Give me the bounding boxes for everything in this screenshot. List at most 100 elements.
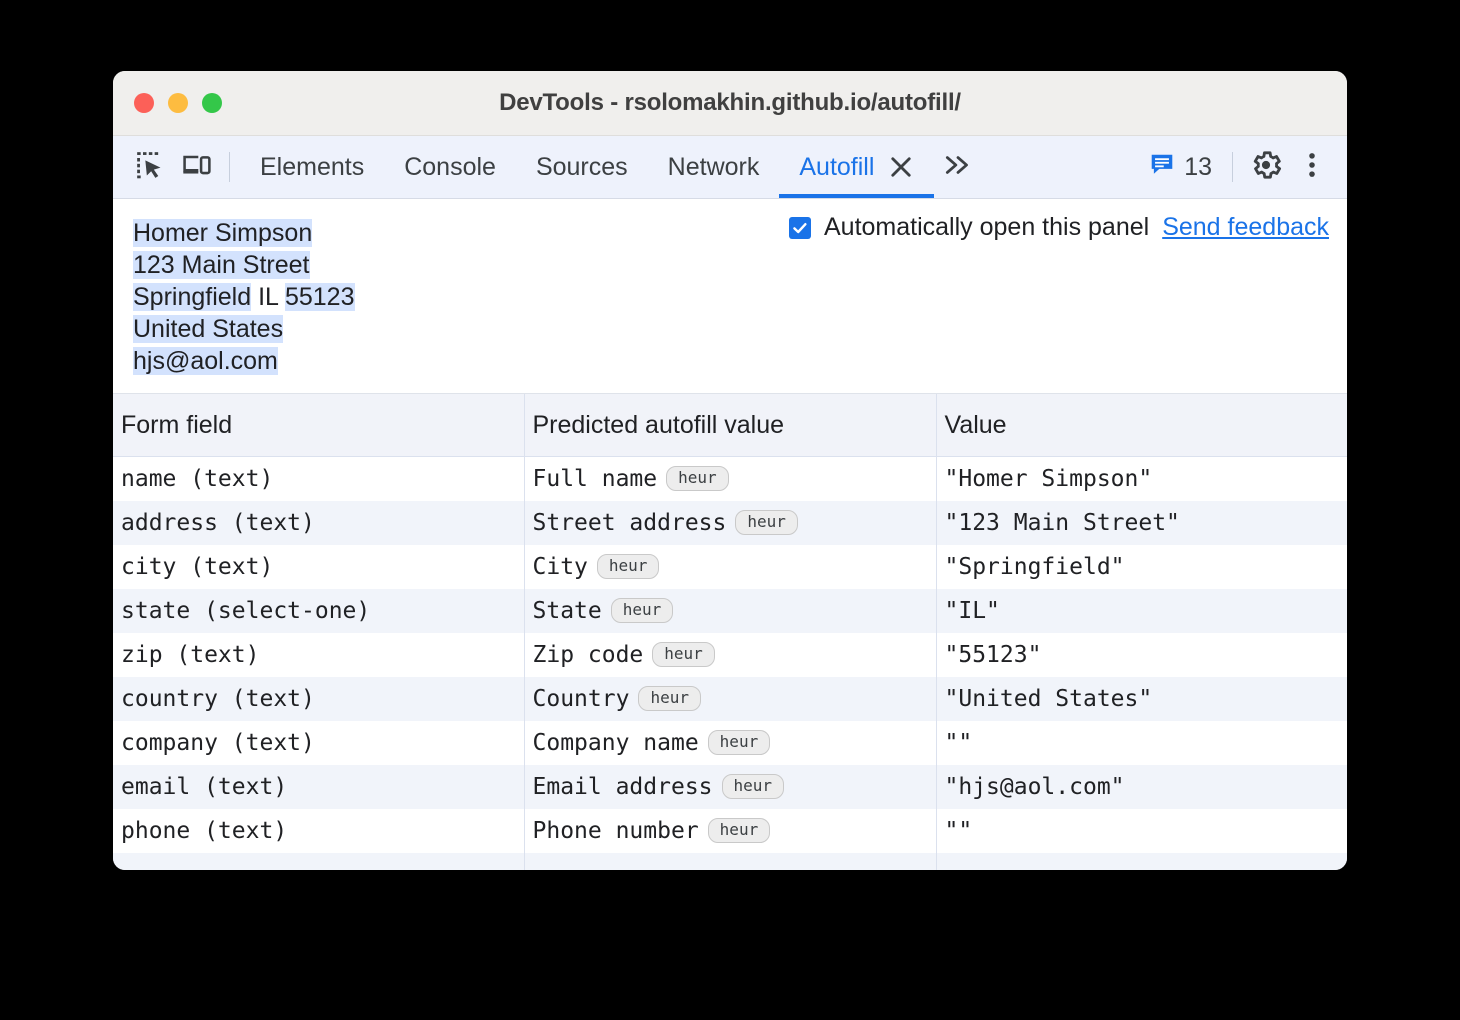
cell-value: "Homer Simpson" <box>936 457 1347 502</box>
autofill-panel-header: Homer Simpson 123 Main Street Springfiel… <box>113 199 1347 394</box>
traffic-light-group <box>134 93 222 113</box>
cell-form-field: zip (text) <box>113 633 524 677</box>
address-segment-state: IL <box>258 283 278 311</box>
address-segment: hjs@aol.com <box>133 347 278 375</box>
toggle-device-toolbar-button[interactable] <box>173 144 219 190</box>
cell-value: "55123" <box>936 633 1347 677</box>
table-row[interactable]: country (text) Country heur "United States" <box>113 677 1347 721</box>
heuristic-badge: heur <box>708 818 771 843</box>
table-row[interactable]: state (select-one)Stateheur"IL" <box>113 589 1347 633</box>
cell-value: "" <box>936 809 1347 853</box>
cell-predicted-value: Company name heur <box>524 721 936 765</box>
column-header-predicted-value[interactable]: Predicted autofill value <box>524 394 936 457</box>
cell-form-field: phone (text) <box>113 809 524 853</box>
prediction-label: Country <box>533 686 630 712</box>
cell-value: "Springfield" <box>936 545 1347 589</box>
tab-sources-label: Sources <box>536 153 628 182</box>
chevron-double-right-icon <box>942 152 974 183</box>
tab-autofill[interactable]: Autofill <box>779 136 934 198</box>
selected-address-preview: Homer Simpson 123 Main Street Springfiel… <box>133 217 355 377</box>
heuristic-badge: heur <box>652 642 715 667</box>
table-body: name (text)Full nameheur"Homer Simpson"a… <box>113 457 1347 871</box>
cell-value: "123 Main Street" <box>936 501 1347 545</box>
send-feedback-link[interactable]: Send feedback <box>1162 213 1329 242</box>
window-title: DevTools - rsolomakhin.github.io/autofil… <box>113 89 1347 117</box>
prediction-label: Zip code <box>533 642 644 668</box>
table-row[interactable]: address (text)Street addressheur"123 Mai… <box>113 501 1347 545</box>
inspect-element-button[interactable] <box>127 144 173 190</box>
autofill-fields-table: Form field Predicted autofill value Valu… <box>113 394 1347 870</box>
cell-value: "IL" <box>936 589 1347 633</box>
close-icon[interactable] <box>888 154 914 180</box>
cell-predicted-value: Stateheur <box>524 589 936 633</box>
address-segment-zip: 55123 <box>285 283 355 311</box>
settings-button[interactable] <box>1243 144 1289 190</box>
heuristic-badge: heur <box>666 466 729 491</box>
table-row[interactable]: company (text)Company nameheur"" <box>113 721 1347 765</box>
prediction-label: Email address <box>533 774 713 800</box>
address-segment-city: Springfield <box>133 283 251 311</box>
table-row[interactable]: name (text) Full name heur "Homer Simpson" <box>113 457 1347 502</box>
column-header-value[interactable]: Value <box>936 394 1347 457</box>
cell-predicted-value: Street addressheur <box>524 501 936 545</box>
feedback-issues-button[interactable]: 13 <box>1139 151 1222 184</box>
window-titlebar: DevTools - rsolomakhin.github.io/autofil… <box>113 71 1347 136</box>
devtools-window: DevTools - rsolomakhin.github.io/autofil… <box>113 71 1347 870</box>
column-header-form-field[interactable]: Form field <box>113 394 524 457</box>
prediction-label: Full name <box>533 466 658 492</box>
device-toolbar-icon <box>181 151 211 184</box>
tab-sources[interactable]: Sources <box>516 136 648 198</box>
tab-autofill-label: Autofill <box>799 153 874 182</box>
cell-form-field: name (text) <box>113 457 524 502</box>
cell-predicted-value: City heur <box>524 545 936 589</box>
cell-value: "United States" <box>936 677 1347 721</box>
cell-form-field: country (text) <box>113 677 524 721</box>
table-header: Form field Predicted autofill value Valu… <box>113 394 1347 457</box>
toolbar-divider-2 <box>1232 152 1233 182</box>
gear-icon <box>1249 148 1283 187</box>
close-window-button[interactable] <box>134 93 154 113</box>
inspect-cursor-icon <box>136 151 164 184</box>
auto-open-label[interactable]: Automatically open this panel <box>824 213 1149 242</box>
table-row-empty <box>113 853 1347 870</box>
heuristic-badge: heur <box>638 686 701 711</box>
tab-network-label: Network <box>668 153 760 182</box>
cell-predicted-value: Full name heur <box>524 457 936 502</box>
table-row[interactable]: city (text) City heur "Springfield" <box>113 545 1347 589</box>
heuristic-badge: heur <box>708 730 771 755</box>
prediction-label: City <box>533 554 588 580</box>
tab-console-label: Console <box>404 153 496 182</box>
heuristic-badge: heur <box>722 774 785 799</box>
minimize-window-button[interactable] <box>168 93 188 113</box>
message-icon <box>1149 151 1175 184</box>
table-row[interactable]: zip (text) Zip code heur "55123" <box>113 633 1347 677</box>
tab-network[interactable]: Network <box>648 136 780 198</box>
cell-predicted-value: Country heur <box>524 677 936 721</box>
heuristic-badge: heur <box>597 554 660 579</box>
cell-form-field: address (text) <box>113 501 524 545</box>
cell-empty <box>113 853 524 870</box>
prediction-label: Company name <box>533 730 699 756</box>
panel-controls: Automatically open this panel Send feedb… <box>789 213 1329 242</box>
devtools-toolbar: Elements Console Sources Network Autofil… <box>113 136 1347 199</box>
address-gap-2 <box>278 283 285 311</box>
table-header-row: Form field Predicted autofill value Valu… <box>113 394 1347 457</box>
more-tabs-button[interactable] <box>934 144 982 190</box>
tab-elements-label: Elements <box>260 153 364 182</box>
cell-form-field: city (text) <box>113 545 524 589</box>
auto-open-checkbox[interactable] <box>789 217 811 239</box>
heuristic-badge: heur <box>735 510 798 535</box>
address-line-5: hjs@aol.com <box>133 345 355 377</box>
prediction-label: State <box>533 598 602 624</box>
more-options-button[interactable] <box>1289 144 1335 190</box>
tab-console[interactable]: Console <box>384 136 516 198</box>
cell-form-field: state (select-one) <box>113 589 524 633</box>
address-segment: 123 Main Street <box>133 251 310 279</box>
maximize-window-button[interactable] <box>202 93 222 113</box>
address-line-3: Springfield IL 55123 <box>133 281 355 313</box>
cell-predicted-value: Email address heur <box>524 765 936 809</box>
tab-elements[interactable]: Elements <box>240 136 384 198</box>
table-row[interactable]: phone (text)Phone numberheur"" <box>113 809 1347 853</box>
address-line-4: United States <box>133 313 355 345</box>
table-row[interactable]: email (text)Email addressheur"hjs@aol.co… <box>113 765 1347 809</box>
